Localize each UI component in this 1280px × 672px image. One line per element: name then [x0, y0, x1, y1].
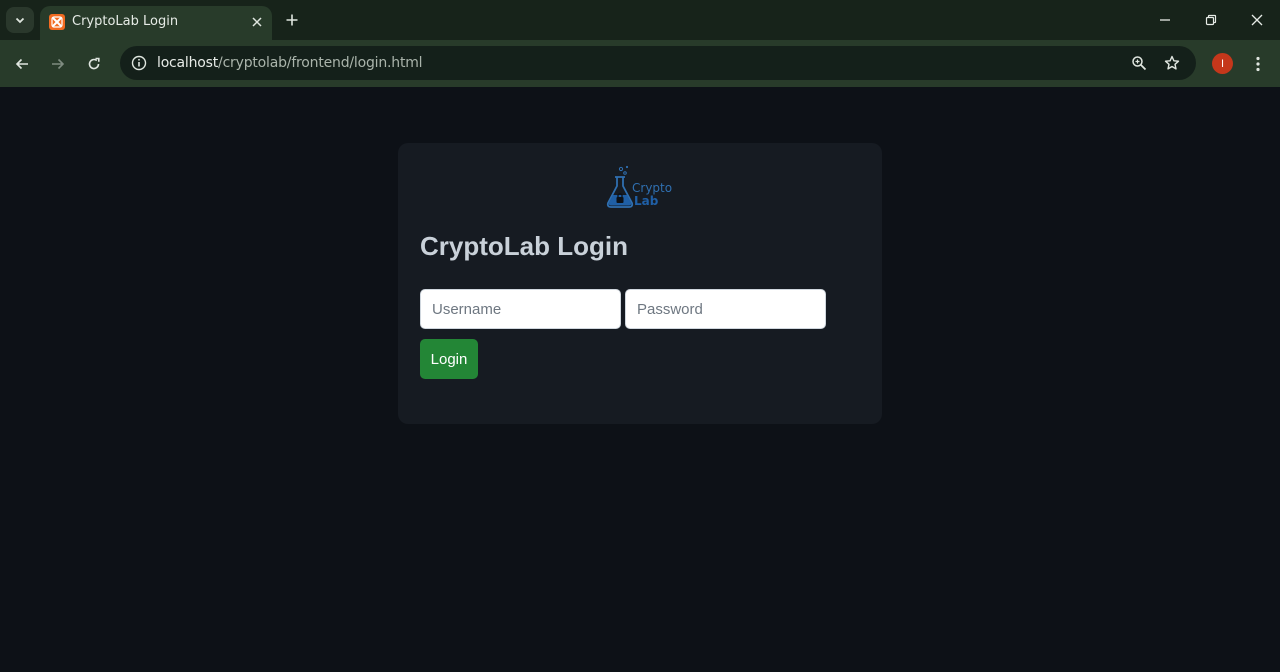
active-tab[interactable]: CryptoLab Login: [40, 6, 272, 40]
url-host: localhost: [157, 55, 219, 71]
browser-toolbar: localhost/cryptolab/frontend/login.html …: [0, 40, 1280, 87]
close-icon: [252, 17, 262, 27]
logo-text-crypto: Crypto: [632, 181, 672, 195]
site-info-icon[interactable]: [128, 52, 150, 74]
plus-icon: [286, 14, 298, 26]
chevron-down-icon: [15, 17, 25, 24]
reload-button[interactable]: [81, 51, 107, 77]
cryptolab-logo: Crypto Lab: [606, 165, 672, 208]
tab-title: CryptoLab Login: [72, 14, 179, 29]
profile-avatar[interactable]: I: [1212, 53, 1233, 74]
close-window-button[interactable]: [1245, 8, 1269, 32]
logo-text-lab: Lab: [634, 194, 659, 208]
more-vertical-icon: [1256, 56, 1260, 72]
page-title: CryptoLab Login: [420, 231, 628, 261]
minimize-button[interactable]: [1153, 8, 1177, 32]
tab-search-button[interactable]: [6, 7, 34, 33]
minimize-icon: [1160, 19, 1170, 21]
username-input[interactable]: [420, 289, 621, 329]
bookmark-button[interactable]: [1161, 52, 1183, 74]
star-icon: [1164, 55, 1180, 70]
new-tab-button[interactable]: [282, 10, 302, 30]
restore-button[interactable]: [1199, 8, 1223, 32]
close-icon: [1251, 14, 1263, 26]
url-text: localhost/cryptolab/frontend/login.html: [157, 55, 423, 71]
xampp-favicon-icon: [49, 14, 65, 30]
arrow-left-icon: [15, 58, 28, 70]
zoom-button[interactable]: [1128, 52, 1150, 74]
tab-strip: CryptoLab Login: [0, 0, 1280, 40]
address-bar[interactable]: localhost/cryptolab/frontend/login.html: [120, 46, 1196, 80]
browser-menu-button[interactable]: [1248, 53, 1268, 75]
forward-button[interactable]: [45, 51, 71, 77]
restore-icon: [1205, 14, 1217, 26]
reload-icon: [88, 57, 100, 70]
zoom-in-icon: [1132, 56, 1147, 71]
password-input[interactable]: [625, 289, 826, 329]
url-path: /cryptolab/frontend/login.html: [218, 55, 423, 71]
tab-close-button[interactable]: [248, 13, 266, 31]
login-button[interactable]: Login: [420, 339, 478, 379]
arrow-right-icon: [52, 58, 65, 70]
back-button[interactable]: [9, 51, 35, 77]
login-card: Crypto Lab CryptoLab Login Login: [398, 143, 882, 424]
